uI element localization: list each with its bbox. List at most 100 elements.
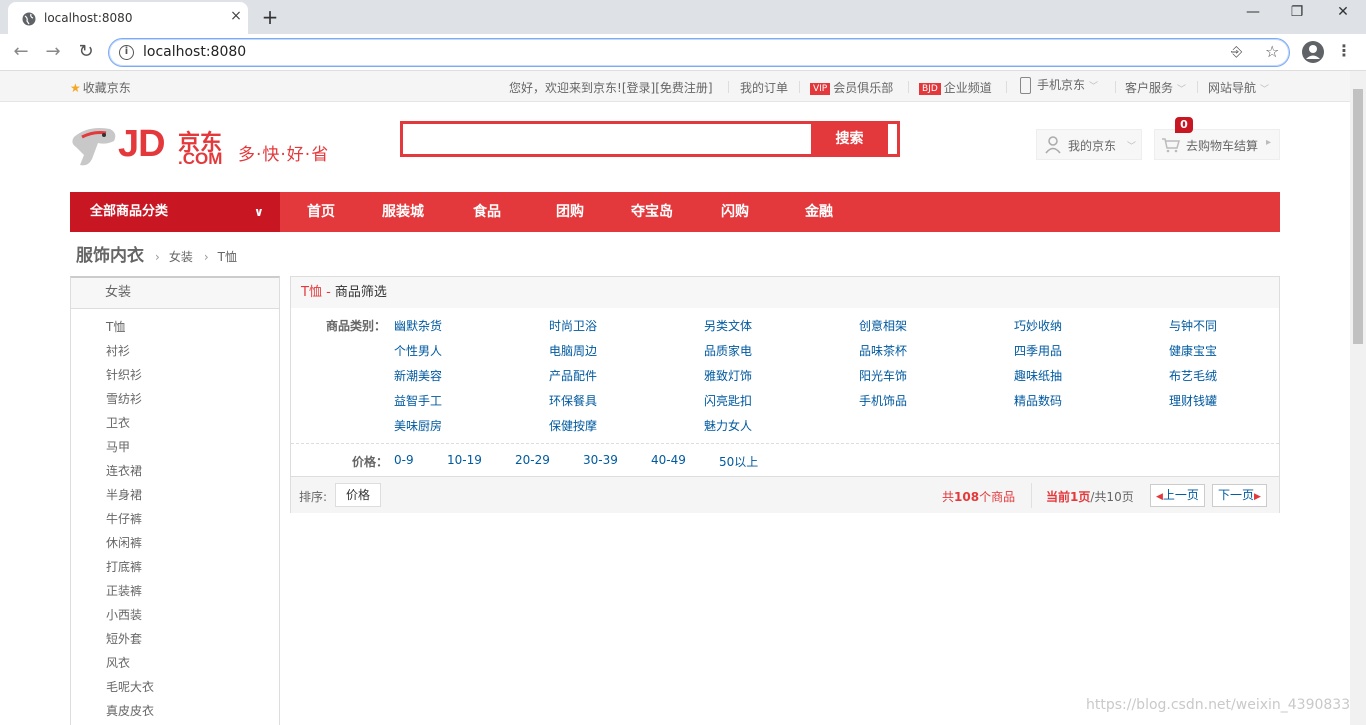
nav-link-finance[interactable]: 金融 bbox=[805, 192, 833, 232]
sort-price-button[interactable]: 价格 bbox=[335, 483, 381, 507]
category-filter-item[interactable]: 与钟不同 bbox=[1169, 317, 1217, 334]
category-filter-item[interactable]: 闪亮匙扣 bbox=[704, 392, 752, 409]
page: ★ 收藏京东 您好，欢迎来到京东![登录][免费注册] 我的订单 VIP 会员俱乐部… bbox=[0, 71, 1350, 725]
sitenav-link[interactable]: 网站导航 ﹀ bbox=[1208, 79, 1269, 96]
maximize-button[interactable]: ❐ bbox=[1287, 4, 1307, 20]
cart-button[interactable]: 去购物车结算 ▸ bbox=[1154, 129, 1280, 160]
forward-button[interactable]: → bbox=[42, 41, 64, 63]
enterprise-link[interactable]: BJD 企业频道 bbox=[919, 79, 992, 96]
breadcrumb-level2[interactable]: T恤 bbox=[218, 250, 237, 264]
nav-link-groupbuy[interactable]: 团购 bbox=[556, 192, 584, 232]
category-filter-item[interactable]: 巧妙收纳 bbox=[1014, 317, 1062, 334]
reload-button[interactable]: ↻ bbox=[75, 41, 97, 63]
sidebar-item[interactable]: 风衣 bbox=[71, 654, 279, 678]
page-scrollbar[interactable] bbox=[1350, 71, 1366, 725]
sidebar-item[interactable]: 连衣裙 bbox=[71, 462, 279, 486]
browser-menu-icon[interactable]: ⋮ bbox=[1336, 41, 1352, 60]
price-filter-item[interactable]: 30-39 bbox=[583, 453, 618, 467]
sidebar-item[interactable]: 雪纺衫 bbox=[71, 390, 279, 414]
service-link[interactable]: 客户服务 ﹀ bbox=[1125, 79, 1186, 96]
nav-link-food[interactable]: 食品 bbox=[473, 192, 501, 232]
category-filter-item[interactable]: 魅力女人 bbox=[704, 417, 752, 434]
category-filter-item[interactable]: 幽默杂货 bbox=[394, 317, 442, 334]
prev-page-button[interactable]: ◀上一页 bbox=[1150, 484, 1205, 507]
sidebar-item[interactable]: 真皮皮衣 bbox=[71, 702, 279, 725]
tab-close-icon[interactable]: × bbox=[228, 8, 244, 24]
sidebar-item[interactable]: 牛仔裤 bbox=[71, 510, 279, 534]
sidebar-item[interactable]: 衬衫 bbox=[71, 342, 279, 366]
category-filter-item[interactable]: 健康宝宝 bbox=[1169, 342, 1217, 359]
nav-link-flash[interactable]: 闪购 bbox=[721, 192, 749, 232]
category-filter-item[interactable]: 品味茶杯 bbox=[859, 342, 907, 359]
minimize-button[interactable]: — bbox=[1243, 4, 1263, 20]
site-info-icon[interactable]: i bbox=[119, 45, 134, 60]
login-link[interactable]: [登录] bbox=[622, 81, 655, 95]
address-url[interactable]: localhost:8080 bbox=[143, 44, 246, 60]
category-filter-item[interactable]: 雅致灯饰 bbox=[704, 367, 752, 384]
search-input[interactable] bbox=[403, 124, 811, 154]
orders-link[interactable]: 我的订单 bbox=[740, 79, 788, 96]
sidebar-item[interactable]: 卫衣 bbox=[71, 414, 279, 438]
all-categories-button[interactable]: 全部商品分类 ∨ bbox=[70, 192, 280, 232]
sidebar-item[interactable]: 休闲裤 bbox=[71, 534, 279, 558]
scrollbar-thumb[interactable] bbox=[1353, 89, 1363, 344]
breadcrumb-level1[interactable]: 女装 bbox=[169, 250, 193, 264]
price-filter-item[interactable]: 0-9 bbox=[394, 453, 414, 467]
browser-tab[interactable]: localhost:8080 × bbox=[8, 2, 248, 34]
category-filter-item[interactable]: 时尚卫浴 bbox=[549, 317, 597, 334]
category-filter-item[interactable]: 个性男人 bbox=[394, 342, 442, 359]
category-filter-item[interactable]: 益智手工 bbox=[394, 392, 442, 409]
bookmark-star-icon[interactable]: ☆ bbox=[1265, 42, 1279, 61]
category-filter-item[interactable]: 品质家电 bbox=[704, 342, 752, 359]
price-filter-item[interactable]: 20-29 bbox=[515, 453, 550, 467]
favorite-link[interactable]: ★ 收藏京东 bbox=[70, 79, 131, 96]
sidebar-item[interactable]: 针织衫 bbox=[71, 366, 279, 390]
jd-logo[interactable]: JD 京东 .COM 多·快·好·省 bbox=[70, 123, 340, 173]
price-filter-item[interactable]: 50以上 bbox=[719, 453, 758, 470]
chevron-down-icon: ﹀ bbox=[1177, 85, 1187, 95]
club-link[interactable]: VIP 会员俱乐部 bbox=[810, 79, 893, 96]
category-filter-item[interactable]: 产品配件 bbox=[549, 367, 597, 384]
address-bar[interactable]: i localhost:8080 ⎆ ☆ bbox=[108, 38, 1290, 67]
category-filter-item[interactable]: 电脑周边 bbox=[549, 342, 597, 359]
close-window-button[interactable]: ✕ bbox=[1333, 4, 1353, 20]
register-link[interactable]: [免费注册] bbox=[655, 81, 712, 95]
category-filter-item[interactable]: 趣味纸抽 bbox=[1014, 367, 1062, 384]
sidebar-item[interactable]: 毛呢大衣 bbox=[71, 678, 279, 702]
next-page-button[interactable]: 下一页▶ bbox=[1212, 484, 1267, 507]
category-filter-item[interactable]: 另类文体 bbox=[704, 317, 752, 334]
category-filter-item[interactable]: 布艺毛绒 bbox=[1169, 367, 1217, 384]
category-filter-item[interactable]: 保健按摩 bbox=[549, 417, 597, 434]
mobile-link[interactable]: 手机京东 ﹀ bbox=[1020, 76, 1098, 94]
sidebar-item[interactable]: 马甲 bbox=[71, 438, 279, 462]
search-button[interactable]: 搜索 bbox=[811, 124, 888, 154]
category-filter-item[interactable]: 精品数码 bbox=[1014, 392, 1062, 409]
my-jd-button[interactable]: 我的京东 ﹀ bbox=[1036, 129, 1142, 160]
sidebar-item[interactable]: 半身裙 bbox=[71, 486, 279, 510]
category-filter-item[interactable]: 阳光车饰 bbox=[859, 367, 907, 384]
sidebar-item[interactable]: 打底裤 bbox=[71, 558, 279, 582]
breadcrumb-root[interactable]: 服饰内衣 bbox=[76, 246, 144, 266]
sidebar-item[interactable]: 小西装 bbox=[71, 606, 279, 630]
new-tab-button[interactable]: + bbox=[260, 5, 280, 29]
back-button[interactable]: ← bbox=[10, 41, 32, 63]
sidebar-item[interactable]: 正装裤 bbox=[71, 582, 279, 606]
category-filter-item[interactable]: 创意相架 bbox=[859, 317, 907, 334]
divider bbox=[908, 81, 909, 93]
category-filter-item[interactable]: 新潮美容 bbox=[394, 367, 442, 384]
category-filter-item[interactable]: 理财钱罐 bbox=[1169, 392, 1217, 409]
category-filter-item[interactable]: 环保餐具 bbox=[549, 392, 597, 409]
price-filter-item[interactable]: 40-49 bbox=[651, 453, 686, 467]
translate-icon[interactable]: ⎆ bbox=[1231, 44, 1242, 60]
nav-link-apparel[interactable]: 服装城 bbox=[382, 192, 424, 232]
price-filter-item[interactable]: 10-19 bbox=[447, 453, 482, 467]
category-filter-item[interactable]: 四季用品 bbox=[1014, 342, 1062, 359]
sidebar-item[interactable]: T恤 bbox=[71, 318, 279, 342]
nav-link-treasure[interactable]: 夺宝岛 bbox=[631, 192, 673, 232]
category-filter-item[interactable]: 手机饰品 bbox=[859, 392, 907, 409]
category-filter-label: 商品类别： bbox=[326, 319, 387, 333]
profile-avatar-icon[interactable] bbox=[1302, 41, 1324, 63]
nav-link-home[interactable]: 首页 bbox=[307, 192, 335, 232]
category-filter-item[interactable]: 美味厨房 bbox=[394, 417, 442, 434]
sidebar-item[interactable]: 短外套 bbox=[71, 630, 279, 654]
